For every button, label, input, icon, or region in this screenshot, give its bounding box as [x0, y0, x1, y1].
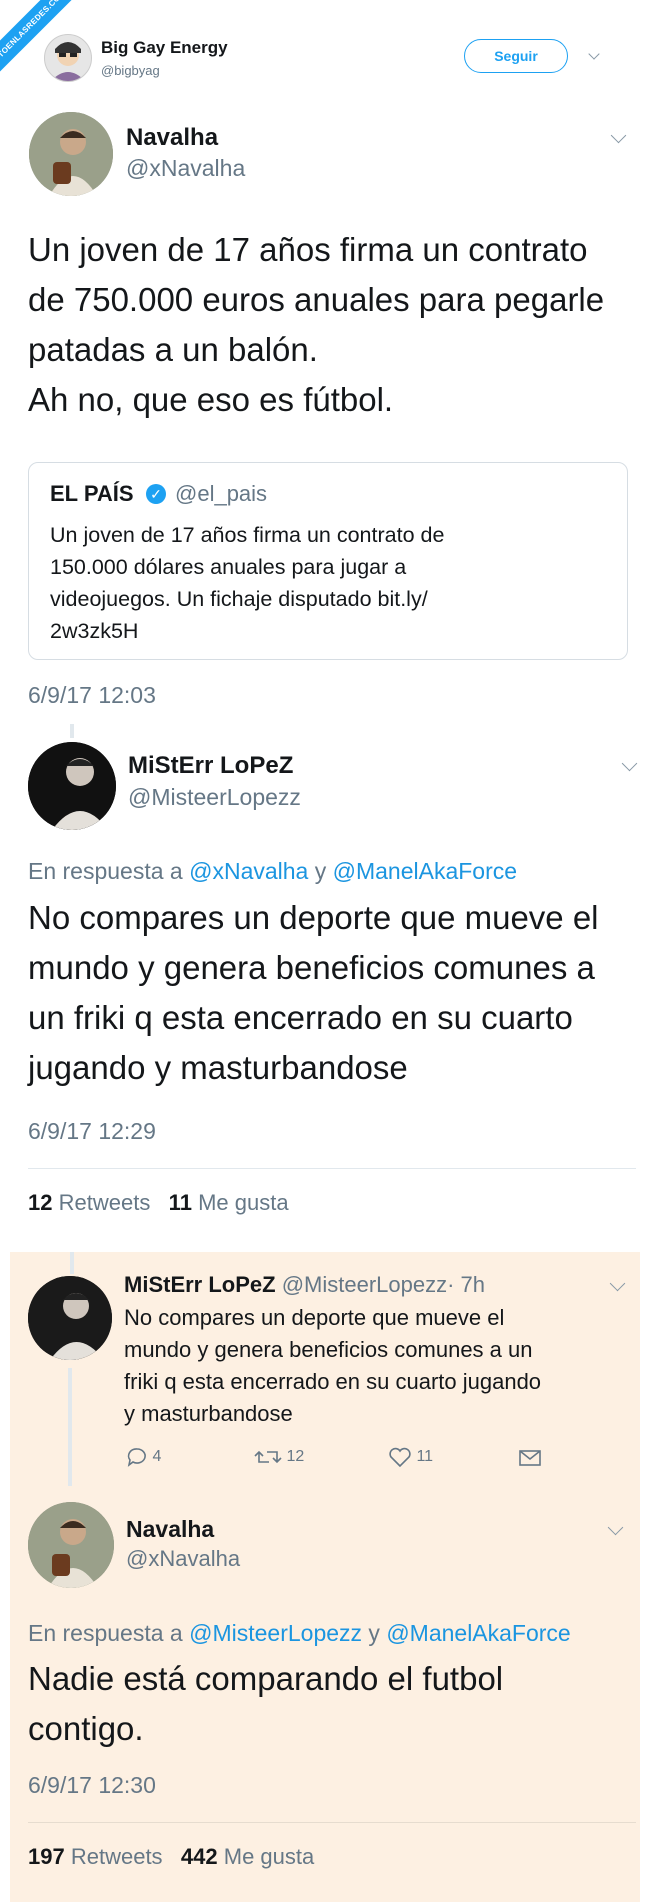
- tweet4-reply-context: En respuesta a @MisteerLopezz y @ManelAk…: [28, 1620, 571, 1647]
- envelope-icon: [519, 1450, 541, 1466]
- tweet3-text: No compares un deporte que mueve el mund…: [124, 1302, 541, 1430]
- thread-connector: [70, 724, 74, 738]
- navalha-avatar[interactable]: [29, 112, 113, 196]
- tweet4-text: Nadie está comparando el futbol contigo.: [28, 1654, 503, 1754]
- retweets-label[interactable]: Retweets: [71, 1844, 163, 1869]
- tweet1-chevron-down-icon[interactable]: [610, 127, 627, 144]
- reply-mention-link[interactable]: @ManelAkaForce: [386, 1620, 570, 1646]
- retweets-count[interactable]: 197: [28, 1844, 65, 1869]
- like-count: 11: [416, 1448, 434, 1465]
- tweet2-line: mundo y genera beneficios comunes a: [28, 949, 595, 986]
- retweet-icon: [254, 1450, 282, 1464]
- navalha-reply-avatar[interactable]: [28, 1502, 114, 1588]
- quote-author-name: EL PAÍS: [50, 481, 134, 506]
- tweet2-line: un friki q esta encerrado en su cuarto: [28, 999, 573, 1036]
- header-handle[interactable]: @bigbyag: [101, 63, 160, 78]
- reply-mention-link[interactable]: @MisteerLopezz: [189, 1620, 362, 1646]
- tweet1-timestamp[interactable]: 6/9/17 12:03: [28, 682, 156, 709]
- misterr-reply-avatar[interactable]: [28, 1276, 112, 1360]
- tweet3-author-name[interactable]: MiStErr LoPeZ: [124, 1272, 276, 1297]
- tweet3-line: No compares un deporte que mueve el: [124, 1305, 505, 1330]
- tweet2-text: No compares un deporte que mueve el mund…: [28, 893, 599, 1093]
- reply-mention-link[interactable]: @ManelAkaForce: [333, 858, 517, 884]
- person-photo-icon: [29, 112, 113, 196]
- tweet2-reply-context: En respuesta a @xNavalha y @ManelAkaForc…: [28, 858, 517, 885]
- tweet4-author-handle[interactable]: @xNavalha: [126, 1546, 240, 1572]
- tweet4-line: Nadie está comparando el futbol: [28, 1660, 504, 1697]
- tweet1-line: Un joven de 17 años firma un contrato: [28, 231, 588, 268]
- verified-badge-icon: ✓: [146, 484, 166, 504]
- retweets-label[interactable]: Retweets: [59, 1190, 151, 1215]
- likes-count[interactable]: 11: [169, 1190, 192, 1215]
- reply-prefix: En respuesta a: [28, 858, 183, 884]
- retweet-count: 12: [286, 1448, 305, 1465]
- quote-text: Un joven de 17 años firma un contrato de…: [50, 519, 444, 647]
- reply-count: 4: [152, 1448, 162, 1465]
- quote-line: Un joven de 17 años firma un contrato de: [50, 523, 445, 547]
- quote-line: videojuegos. Un fichaje disputado bit.ly…: [50, 587, 428, 611]
- tweet2-author-handle[interactable]: @MisteerLopezz: [128, 784, 301, 811]
- reply-icon: [127, 1448, 146, 1467]
- header-avatar[interactable]: [44, 34, 92, 82]
- retweet-action[interactable]: 12: [254, 1446, 304, 1468]
- quote-line: 2w3zk5H: [50, 619, 139, 643]
- tweet2-line: No compares un deporte que mueve el: [28, 899, 599, 936]
- tweet3-line: y masturbandose: [124, 1401, 293, 1426]
- tweet1-author-name[interactable]: Navalha: [126, 124, 218, 152]
- tweet4-line: contigo.: [28, 1710, 144, 1747]
- like-action[interactable]: 11: [388, 1446, 433, 1468]
- tweet3-header: MiStErr LoPeZ @MisteerLopezz· 7h: [124, 1272, 485, 1298]
- misterr-avatar[interactable]: [28, 742, 116, 830]
- tweet2-line: jugando y masturbandose: [28, 1049, 408, 1086]
- tweet1-line: de 750.000 euros anuales para pegarle: [28, 281, 605, 318]
- divider: [28, 1168, 636, 1169]
- cartoon-avatar-icon: [51, 42, 85, 81]
- follow-button[interactable]: Seguir: [464, 39, 568, 73]
- tweet1-text: Un joven de 17 años firma un contrato de…: [28, 225, 604, 425]
- tweet3-line: mundo y genera beneficios comunes a un: [124, 1337, 533, 1362]
- likes-label[interactable]: Me gusta: [198, 1190, 289, 1215]
- retweets-count[interactable]: 12: [28, 1190, 52, 1215]
- reply-action[interactable]: 4: [126, 1446, 161, 1468]
- tweet2-author-name[interactable]: MiStErr LoPeZ: [128, 752, 293, 780]
- quoted-tweet[interactable]: EL PAÍS ✓ @el_pais Un joven de 17 años f…: [28, 462, 628, 660]
- tweet2-timestamp[interactable]: 6/9/17 12:29: [28, 1118, 156, 1145]
- divider: [28, 1822, 636, 1823]
- tweet1-line: patadas a un balón.: [28, 331, 318, 368]
- tweet3-line: friki q esta encerrado en su cuarto juga…: [124, 1369, 542, 1394]
- reply-mention-link[interactable]: @xNavalha: [189, 858, 308, 884]
- thread-connector: [68, 1368, 72, 1486]
- reply-prefix: En respuesta a: [28, 1620, 183, 1646]
- header-chevron-down-icon[interactable]: [588, 48, 600, 60]
- quote-line: 150.000 dólares anuales para jugar a: [50, 555, 407, 579]
- reply-joiner: y: [314, 858, 327, 884]
- reply-joiner: y: [368, 1620, 380, 1646]
- person-photo-icon: [28, 1502, 114, 1588]
- tweet2-chevron-down-icon[interactable]: [621, 755, 638, 772]
- tweet4-stats: 197 Retweets 442 Me gusta: [28, 1844, 314, 1870]
- header-name[interactable]: Big Gay Energy: [101, 38, 228, 58]
- likes-count[interactable]: 442: [181, 1844, 218, 1869]
- person-photo-icon: [28, 742, 116, 830]
- tweet3-author-handle[interactable]: @MisteerLopezz: [282, 1272, 447, 1297]
- likes-label[interactable]: Me gusta: [224, 1844, 315, 1869]
- tweet1-author-handle[interactable]: @xNavalha: [126, 155, 245, 182]
- tweet2-stats: 12 Retweets 11 Me gusta: [28, 1190, 289, 1216]
- tweet1-line: Ah no, que eso es fútbol.: [28, 381, 394, 418]
- tweet4-timestamp[interactable]: 6/9/17 12:30: [28, 1772, 156, 1799]
- tweet3-time[interactable]: · 7h: [447, 1272, 485, 1297]
- person-photo-icon: [28, 1276, 112, 1360]
- thread-connector: [70, 1252, 74, 1274]
- quote-author-handle: @el_pais: [175, 481, 268, 506]
- heart-icon: [389, 1447, 411, 1468]
- direct-message-action[interactable]: [518, 1448, 542, 1473]
- tweet4-author-name[interactable]: Navalha: [126, 1516, 214, 1543]
